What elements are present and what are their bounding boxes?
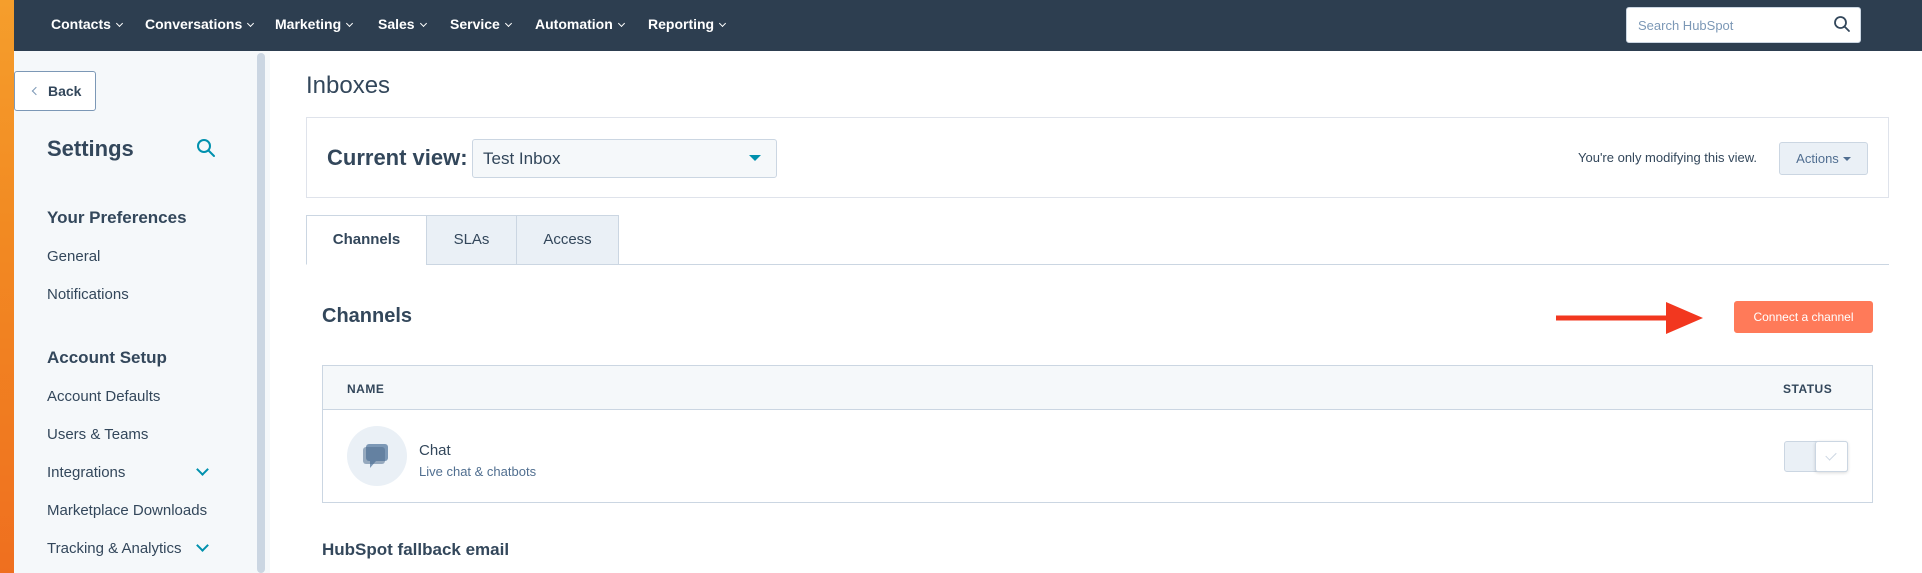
actions-label: Actions (1796, 151, 1839, 166)
nav-label: Service (450, 16, 500, 32)
table-row[interactable]: Chat Live chat & chatbots (323, 410, 1872, 502)
channel-subtitle: Live chat & chatbots (419, 464, 537, 479)
chat-icon (363, 444, 388, 468)
sidebar-item-integrations[interactable]: Integrations (47, 464, 125, 481)
sidebar-item-notifications[interactable]: Notifications (47, 286, 129, 303)
chevron-down-icon (719, 19, 727, 28)
chevron-down-icon (504, 19, 512, 28)
tab-access[interactable]: Access (516, 215, 619, 265)
chevron-down-icon (617, 19, 625, 28)
current-view-value: Test Inbox (483, 149, 561, 168)
column-header-name[interactable]: NAME (347, 382, 384, 396)
actions-button[interactable]: Actions (1779, 142, 1868, 175)
search-icon[interactable] (196, 138, 216, 158)
nav-label: Contacts (51, 16, 111, 32)
search-icon[interactable] (1833, 15, 1851, 33)
tab-slas[interactable]: SLAs (426, 215, 517, 265)
chevron-down-icon (419, 19, 427, 28)
chevron-left-icon (31, 86, 41, 96)
channels-table: NAME STATUS Chat Live chat & chatbots (322, 365, 1873, 503)
tab-channels[interactable]: Channels (306, 215, 427, 265)
nav-contacts[interactable]: Contacts (51, 0, 123, 51)
nav-label: Automation (535, 16, 613, 32)
caret-down-icon (1842, 157, 1851, 161)
nav-marketing[interactable]: Marketing (275, 0, 354, 51)
sidebar-scrollbar[interactable] (257, 53, 265, 573)
nav-reporting[interactable]: Reporting (648, 0, 727, 51)
sidebar-item-general[interactable]: General (47, 248, 100, 265)
sidebar-item-marketplace-downloads[interactable]: Marketplace Downloads (47, 502, 207, 519)
arrow-annotation (1556, 302, 1703, 334)
page-title: Inboxes (306, 72, 391, 99)
nav-sales[interactable]: Sales (378, 0, 427, 51)
settings-title: Settings (47, 136, 134, 161)
fallback-email-heading: HubSpot fallback email (322, 540, 510, 559)
app-side-strip (0, 0, 14, 573)
sidebar-item-users-teams[interactable]: Users & Teams (47, 426, 148, 443)
global-search (1626, 7, 1861, 43)
channel-name[interactable]: Chat (419, 442, 451, 459)
channels-heading: Channels (322, 305, 413, 327)
settings-sidebar (14, 51, 270, 573)
back-label: Back (48, 83, 82, 99)
table-header: NAME STATUS (323, 366, 1872, 410)
chevron-down-icon (115, 19, 123, 28)
status-toggle[interactable] (1784, 441, 1848, 472)
chat-avatar (347, 426, 407, 486)
nav-label: Conversations (145, 16, 243, 32)
nav-service[interactable]: Service (450, 0, 512, 51)
chevron-down-icon (247, 19, 255, 28)
modify-note: You're only modifying this view. (1578, 150, 1758, 165)
caret-down-icon (749, 155, 761, 161)
search-input[interactable] (1627, 8, 1817, 42)
chevron-down-icon (346, 19, 354, 28)
section-your-preferences: Your Preferences (47, 208, 187, 227)
column-header-status: STATUS (1783, 382, 1833, 396)
back-button[interactable]: Back (14, 71, 96, 111)
current-view-label: Current view: (327, 145, 468, 170)
section-account-setup: Account Setup (47, 348, 167, 367)
nav-conversations[interactable]: Conversations (145, 0, 255, 51)
current-view-select[interactable]: Test Inbox (472, 139, 777, 178)
top-navigation: Contacts Conversations Marketing Sales S… (14, 0, 1922, 51)
nav-automation[interactable]: Automation (535, 0, 625, 51)
sidebar-item-tracking-analytics[interactable]: Tracking & Analytics (47, 540, 182, 557)
current-view-panel: Current view: Test Inbox You're only mod… (306, 117, 1889, 198)
nav-label: Sales (378, 16, 415, 32)
nav-label: Reporting (648, 16, 715, 32)
connect-channel-button[interactable]: Connect a channel (1734, 301, 1873, 333)
toggle-knob (1815, 441, 1848, 472)
sidebar-item-account-defaults[interactable]: Account Defaults (47, 388, 160, 405)
check-icon (1825, 449, 1837, 461)
nav-label: Marketing (275, 16, 342, 32)
